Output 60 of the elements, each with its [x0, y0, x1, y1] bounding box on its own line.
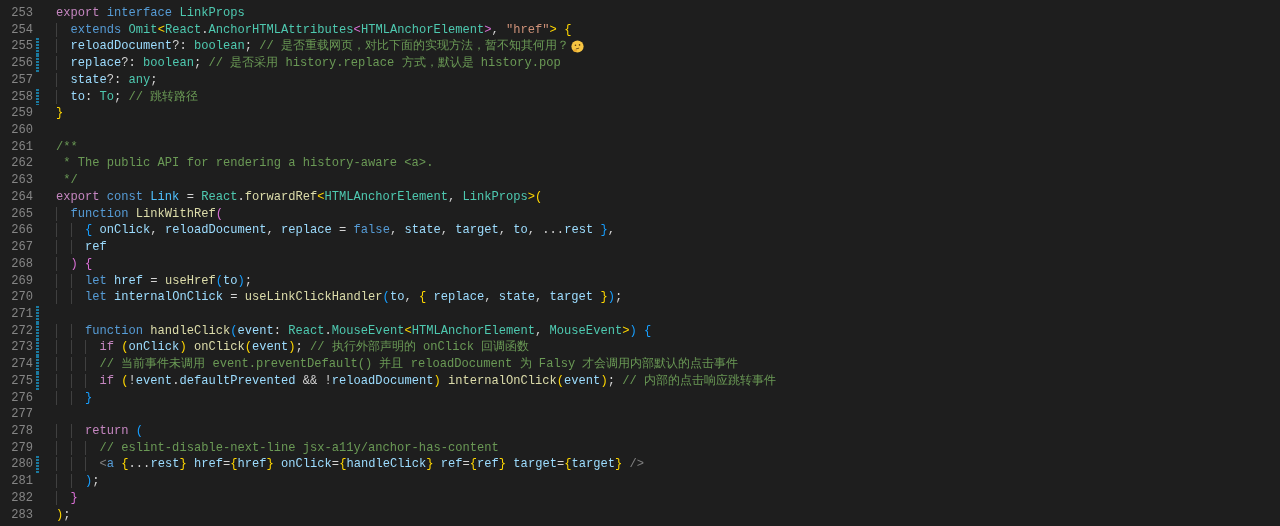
- code-line: // eslint-disable-next-line jsx-a11y/anchor-has-content: [56, 439, 499, 457]
- code-line: ref: [56, 239, 107, 256]
- code-line: export interface LinkProps: [56, 5, 245, 22]
- line-number: 280: [10, 456, 33, 474]
- line-number: 258: [10, 88, 33, 106]
- line-number: 265: [10, 205, 33, 223]
- line-number: 254: [10, 21, 33, 39]
- line-number: 255: [10, 38, 33, 56]
- code-line: extends Omit<React.AnchorHTMLAttributes<HTMLAnchorElement>, "href"> {: [56, 21, 572, 39]
- code-line: */: [62, 172, 78, 189]
- line-number: 283: [10, 506, 33, 524]
- line-number: 281: [10, 473, 33, 490]
- code-line: if (!event.defaultPrevented && !reloadDocument) internalOnClick(event); // 内部的点击响应跳转事件: [56, 372, 776, 390]
- line-number: 272: [10, 322, 33, 340]
- code-line: }: [56, 389, 93, 407]
- line-number: 256: [10, 55, 33, 72]
- line-number: 269: [10, 272, 33, 290]
- code-line: // 当前事件未调用 event.preventDefault() 并且 reloadDocument 为 Falsy 才会调用内部默认的点击事件: [56, 356, 739, 373]
- line-number: 267: [10, 239, 33, 256]
- code-line: export const Link = React.forwardRef<HTMLAnchorElement, LinkProps>(: [56, 188, 543, 206]
- line-number: 266: [10, 222, 33, 240]
- code-line: { onClick, reloadDocument, replace = false, state, target, to, ...rest },: [56, 222, 615, 240]
- code-line: replace?: boolean; // 是否采用 history.replace 方式，默认是 history.pop: [56, 55, 561, 72]
- line-number: 261: [10, 138, 33, 156]
- code-line: <a {...rest} href={href} onClick={handleClick} ref={ref} target={target} />: [56, 456, 645, 474]
- code-line: }: [56, 105, 64, 123]
- code-line: to: To; // 跳转路径: [56, 88, 199, 106]
- line-number: 279: [10, 439, 33, 457]
- code-line: reloadDocument?: boolean; // 是否重载网页，对比下面的实现方法，暂不知其何用？: [56, 38, 569, 56]
- line-number: 264: [10, 188, 33, 206]
- line-number: 271: [10, 305, 33, 323]
- thinking-face-icon: [571, 40, 584, 54]
- code-line: function LinkWithRef(: [56, 205, 223, 223]
- line-number: 274: [10, 356, 33, 373]
- code-line: * The public API for rendering a history-aware <a>.: [62, 155, 434, 173]
- line-number: 263: [10, 172, 33, 189]
- line-number: 270: [10, 289, 33, 306]
- code-line: let href = useHref(to);: [56, 272, 252, 290]
- code-line: );: [56, 473, 100, 490]
- line-number: 277: [10, 406, 33, 423]
- line-number: 268: [10, 255, 33, 273]
- code-line: );: [56, 506, 71, 524]
- line-number: 278: [10, 422, 33, 440]
- code-line: return (: [56, 422, 144, 440]
- code-line: state?: any;: [56, 71, 158, 89]
- line-number: 276: [10, 389, 33, 407]
- line-number: 259: [10, 105, 33, 123]
- code-line: let internalOnClick = useLinkClickHandler(to, { replace, state, target });: [56, 289, 623, 306]
- code-line: ) {: [56, 255, 93, 273]
- line-number: 273: [10, 339, 33, 357]
- line-number: 275: [10, 372, 33, 390]
- code-line: /**: [56, 138, 78, 156]
- code-line: if (onClick) onClick(event); // 执行外部声明的 onClick 回调函数: [56, 339, 530, 357]
- line-number: 257: [10, 71, 33, 89]
- code-line: }: [56, 489, 78, 507]
- code-line: function handleClick(event: React.MouseEvent<HTMLAnchorElement, MouseEvent>) {: [56, 322, 652, 340]
- line-number: 262: [10, 155, 33, 173]
- line-number: 260: [10, 122, 33, 139]
- line-number: 282: [10, 489, 33, 507]
- line-number: 253: [10, 5, 33, 22]
